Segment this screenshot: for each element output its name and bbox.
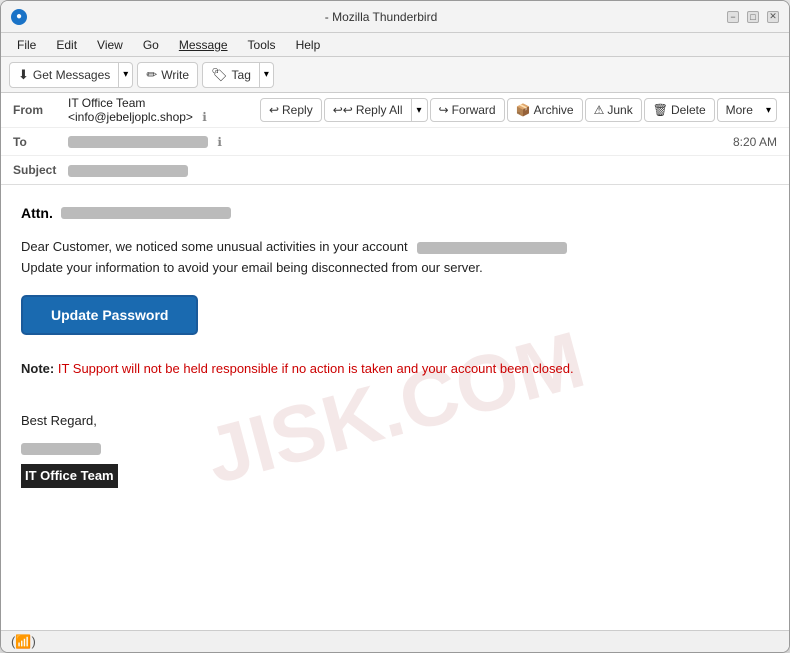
attn-line: Attn. [21, 205, 769, 221]
sender-name-blurred [21, 443, 101, 455]
write-button[interactable]: ✏ Write [137, 62, 198, 88]
get-messages-icon: ⬇ [18, 67, 29, 83]
menu-go[interactable]: Go [135, 36, 167, 54]
junk-icon: ⚠ [594, 103, 605, 117]
reply-all-dropdown[interactable]: ▾ [412, 98, 428, 122]
write-icon: ✏ [146, 67, 157, 83]
menu-bar: File Edit View Go Message Tools Help [1, 33, 789, 57]
menu-help[interactable]: Help [288, 36, 329, 54]
get-messages-dropdown[interactable]: ▾ [119, 62, 133, 88]
app-icon: ● [11, 9, 27, 25]
email-time: 8:20 AM [733, 135, 777, 149]
subject-label: Subject [13, 163, 68, 177]
email-body: JISK.COM Attn. Dear Customer, we noticed… [1, 185, 789, 630]
forward-button[interactable]: ↪ Forward [430, 98, 505, 122]
attn-label: Attn. [21, 205, 53, 221]
tag-button[interactable]: 🏷 Tag [202, 62, 260, 88]
get-messages-button[interactable]: ⬇ Get Messages [9, 62, 119, 88]
from-label: From [13, 103, 68, 117]
junk-button[interactable]: ⚠ Junk [585, 98, 642, 122]
get-messages-group: ⬇ Get Messages ▾ [9, 62, 133, 88]
more-dropdown[interactable]: ▾ [761, 98, 777, 122]
window-title: - Mozilla Thunderbird [35, 10, 727, 24]
from-value: IT Office Team <info@jebeljoplc.shop> ℹ [68, 96, 252, 124]
to-blurred [68, 136, 208, 148]
subject-row: Subject [1, 156, 789, 184]
note-label: Note: [21, 361, 54, 376]
from-row: From IT Office Team <info@jebeljoplc.sho… [1, 93, 789, 128]
archive-button[interactable]: 📦 Archive [507, 98, 583, 122]
note-text: IT Support will not be held responsible … [58, 361, 574, 376]
attn-recipient-blurred [61, 207, 231, 219]
reply-all-group: ↩↩ Reply All ▾ [324, 98, 428, 122]
regards-line1: Best Regard, [21, 409, 769, 432]
to-label: To [13, 135, 68, 149]
close-button[interactable]: ✕ [767, 11, 779, 23]
subject-value [68, 163, 777, 177]
status-bar: (📶) [1, 630, 789, 652]
window-controls: − □ ✕ [727, 11, 779, 23]
note-section: Note: IT Support will not be held respon… [21, 359, 769, 380]
tag-dropdown[interactable]: ▾ [260, 62, 274, 88]
email-content: Attn. Dear Customer, we noticed some unu… [21, 205, 769, 488]
it-office-label: IT Office Team [21, 464, 118, 487]
main-toolbar: ⬇ Get Messages ▾ ✏ Write 🏷 Tag ▾ [1, 57, 789, 93]
reply-icon: ↩ [269, 103, 279, 117]
inline-action-buttons: ↩ Reply ↩↩ Reply All ▾ ↪ Forward 📦 Arch [260, 98, 777, 122]
to-value: ℹ [68, 135, 733, 149]
delete-button[interactable]: 🗑 Delete [644, 98, 715, 122]
menu-view[interactable]: View [89, 36, 131, 54]
minimize-button[interactable]: − [727, 11, 739, 23]
regards-section: Best Regard, IT Office Team [21, 409, 769, 487]
from-info-icon[interactable]: ℹ [202, 110, 207, 124]
tag-group: 🏷 Tag ▾ [202, 62, 274, 88]
more-button[interactable]: More [717, 98, 761, 122]
delete-icon: 🗑 [653, 103, 668, 117]
forward-icon: ↪ [439, 103, 449, 117]
status-icon: (📶) [11, 634, 36, 650]
to-row: To ℹ 8:20 AM [1, 128, 789, 156]
menu-message[interactable]: Message [171, 36, 236, 54]
subject-blurred [68, 165, 188, 177]
more-group: More ▾ [717, 98, 777, 122]
maximize-button[interactable]: □ [747, 11, 759, 23]
menu-tools[interactable]: Tools [240, 36, 284, 54]
thunderbird-window: ● - Mozilla Thunderbird − □ ✕ File Edit … [0, 0, 790, 653]
reply-all-icon: ↩↩ [333, 103, 353, 117]
menu-edit[interactable]: Edit [48, 36, 85, 54]
account-blurred [417, 242, 567, 254]
email-header-area: From IT Office Team <info@jebeljoplc.sho… [1, 93, 789, 185]
body-text: Dear Customer, we noticed some unusual a… [21, 237, 769, 279]
menu-file[interactable]: File [9, 36, 44, 54]
reply-button[interactable]: ↩ Reply [260, 98, 322, 122]
tag-icon: 🏷 [211, 67, 228, 83]
to-info-icon[interactable]: ℹ [217, 135, 222, 149]
update-password-button[interactable]: Update Password [21, 295, 198, 335]
title-bar: ● - Mozilla Thunderbird − □ ✕ [1, 1, 789, 33]
archive-icon: 📦 [516, 103, 531, 117]
reply-all-button[interactable]: ↩↩ Reply All [324, 98, 412, 122]
